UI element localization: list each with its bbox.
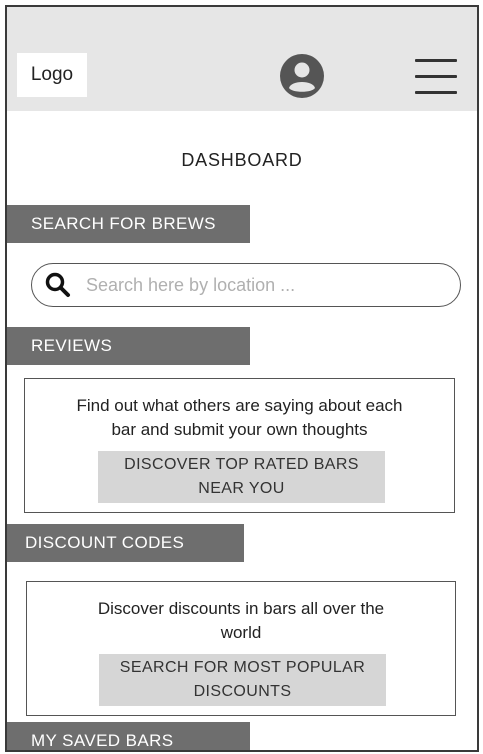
top-bar: Logo [7, 7, 477, 111]
phone-frame: Logo DASHBOARD SEARCH FOR BREWS Search h… [5, 5, 479, 752]
discounts-section-label: DISCOUNT CODES [25, 533, 185, 552]
reviews-description: Find out what others are saying about ea… [25, 394, 454, 442]
reviews-section-label: REVIEWS [31, 336, 113, 355]
user-circle-icon [280, 54, 324, 98]
reviews-card: Find out what others are saying about ea… [24, 378, 455, 513]
reviews-description-line: Find out what others are saying about ea… [76, 396, 403, 415]
search-field[interactable] [31, 263, 461, 307]
discounts-description-line: Discover discounts in bars all over the [97, 599, 385, 618]
discover-top-rated-bars-button[interactable]: DISCOVER TOP RATED BARS NEAR YOU [98, 451, 385, 503]
discounts-section-header: DISCOUNT CODES [7, 524, 244, 562]
button-label-line: SEARCH FOR MOST POPULAR [119, 659, 366, 676]
button-label-line: NEAR YOU [198, 480, 285, 497]
saved-bars-section-header[interactable]: MY SAVED BARS [7, 722, 250, 750]
search-section-header: SEARCH FOR BREWS [7, 205, 250, 243]
saved-bars-section-label: MY SAVED BARS [31, 731, 174, 750]
discounts-card: Discover discounts in bars all over the … [26, 581, 456, 716]
button-label-line: DISCOVER TOP RATED BARS [124, 456, 359, 473]
reviews-description-line: bar and submit your own thoughts [111, 420, 368, 439]
search-input[interactable] [84, 273, 448, 297]
reviews-section-header: REVIEWS [7, 327, 250, 365]
button-label-line: DISCOUNTS [193, 683, 292, 700]
search-popular-discounts-button[interactable]: SEARCH FOR MOST POPULAR DISCOUNTS [99, 654, 386, 706]
logo[interactable]: Logo [17, 53, 87, 97]
search-section-label: SEARCH FOR BREWS [31, 214, 216, 233]
menu-button[interactable] [415, 57, 459, 97]
discounts-description: Discover discounts in bars all over the … [27, 597, 455, 645]
logo-label: Logo [30, 64, 74, 85]
search-icon [45, 272, 70, 297]
profile-button[interactable] [279, 53, 325, 99]
page-title: DASHBOARD [181, 150, 303, 170]
discounts-description-line: world [220, 623, 262, 642]
